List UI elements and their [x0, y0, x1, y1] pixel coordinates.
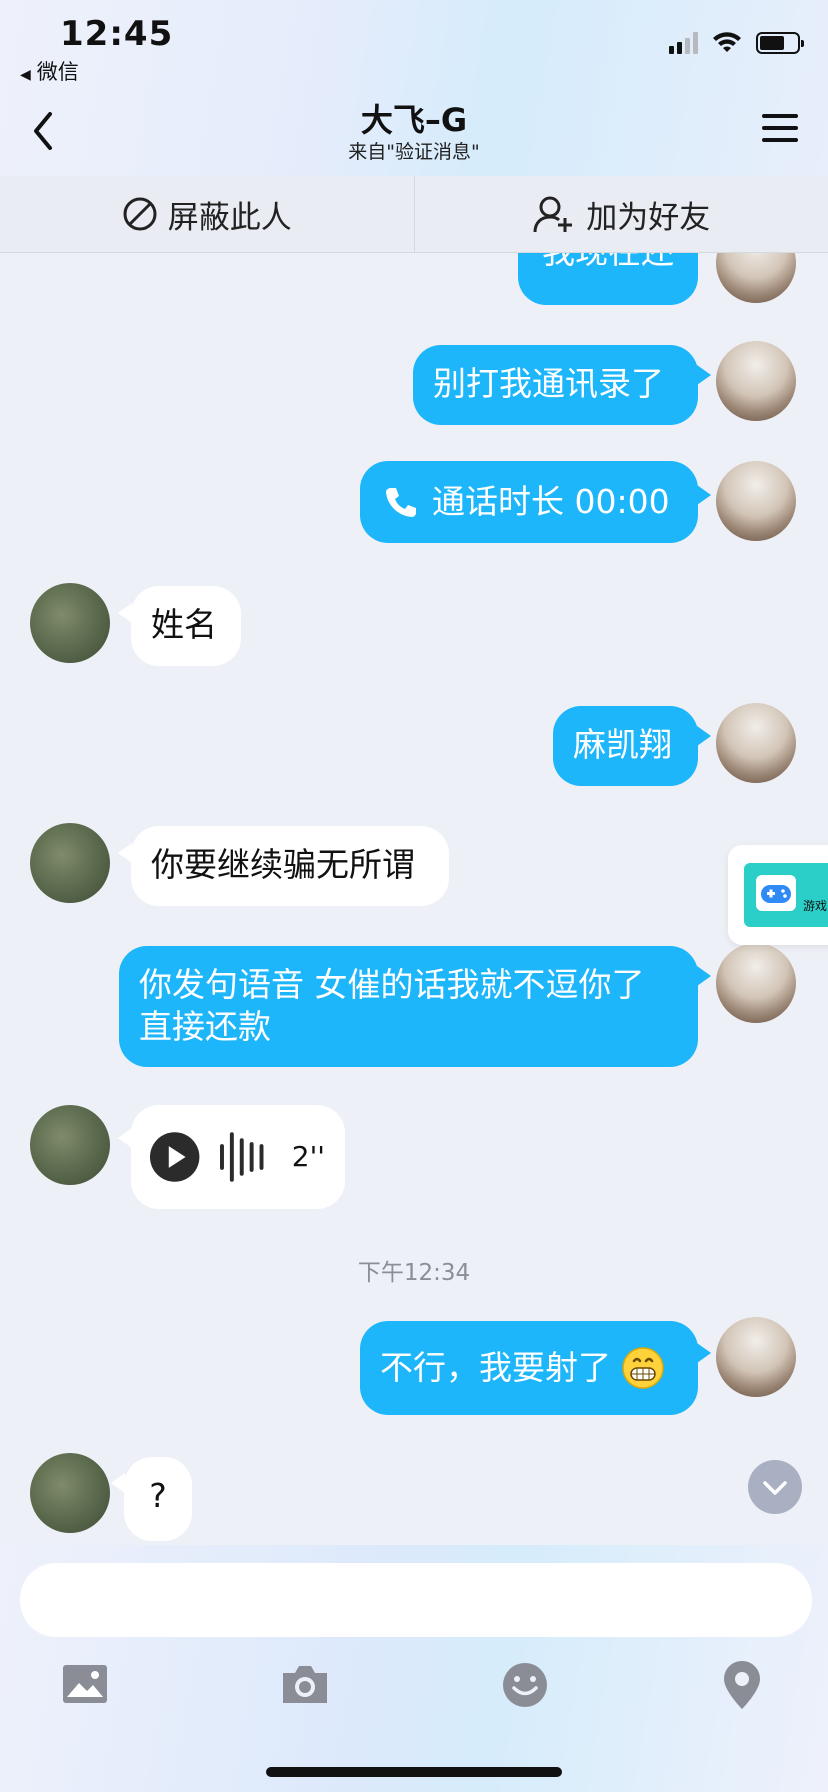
message-bubble-out[interactable]: 你发句语音 女催的话我就不逗你了 直接还款	[119, 946, 698, 1067]
block-user-button[interactable]: 屏蔽此人	[0, 176, 415, 252]
chat-title: 大飞–G	[360, 101, 468, 139]
floating-game-widget[interactable]: 游戏	[728, 845, 828, 945]
message-bubble-in[interactable]: 姓名	[131, 586, 241, 666]
my-avatar[interactable]	[716, 943, 796, 1023]
phone-icon	[386, 488, 416, 517]
menu-icon[interactable]	[762, 114, 798, 146]
message-bubble-in[interactable]: 你要继续骗无所谓	[131, 826, 449, 906]
add-friend-icon	[533, 196, 573, 233]
call-record-bubble[interactable]: 通话时长 00:00	[360, 461, 698, 543]
chat-subtitle: 来自"验证消息"	[348, 141, 480, 163]
home-indicator	[266, 1767, 562, 1777]
message-bubble-out[interactable]: 别打我通讯录了	[413, 345, 698, 425]
contact-avatar[interactable]	[30, 1105, 110, 1185]
add-friend-button[interactable]: 加为好友	[415, 176, 828, 252]
block-user-label: 屏蔽此人	[167, 199, 292, 236]
wifi-icon	[713, 32, 741, 52]
chat-message-list[interactable]: 我现在还 别打我通讯录了 通话时长 00:00 姓名 麻凯翔 你要继续骗无所谓 …	[0, 253, 828, 1545]
message-timestamp: 下午12:34	[357, 1260, 471, 1286]
block-icon	[123, 197, 157, 231]
message-input[interactable]	[20, 1563, 812, 1637]
back-app-label: 微信	[36, 60, 79, 84]
my-avatar[interactable]	[716, 341, 796, 421]
input-area	[0, 1545, 828, 1792]
stranger-action-bar: 屏蔽此人 加为好友	[0, 176, 828, 253]
emoji-icon[interactable]	[495, 1655, 555, 1715]
contact-avatar[interactable]	[30, 1453, 110, 1533]
back-to-app-link[interactable]: ◀ 微信	[20, 56, 79, 86]
header: 12:45 ◀ 微信 大飞–G 来自"验证消息"	[0, 0, 828, 176]
grin-emoji-icon	[622, 1347, 664, 1389]
voice-waveform-icon	[220, 1132, 264, 1182]
message-text: 我现在还	[542, 253, 674, 271]
message-bubble-out[interactable]: 不行，我要射了	[360, 1321, 698, 1415]
message-text: 不行，我要射了	[380, 1348, 611, 1387]
message-bubble-out[interactable]: 麻凯翔	[553, 706, 698, 786]
message-text: 你要继续骗无所谓	[151, 845, 415, 884]
my-avatar[interactable]	[716, 253, 796, 303]
add-friend-label: 加为好友	[586, 199, 711, 236]
location-icon[interactable]	[712, 1655, 772, 1715]
scroll-to-bottom-button[interactable]	[748, 1460, 802, 1514]
input-toolbar	[0, 1655, 828, 1725]
message-text: 姓名	[151, 605, 217, 644]
image-icon[interactable]	[55, 1655, 115, 1715]
status-time: 12:45	[60, 14, 174, 54]
message-bubble-out[interactable]: 我现在还	[518, 253, 698, 305]
battery-icon	[756, 32, 804, 54]
my-avatar[interactable]	[716, 703, 796, 783]
back-triangle-icon: ◀	[20, 67, 31, 83]
message-text-line1: 你发句语音 女催的话我就不逗你了	[139, 965, 645, 1004]
my-avatar[interactable]	[716, 461, 796, 541]
gamepad-icon	[756, 875, 796, 911]
contact-avatar[interactable]	[30, 823, 110, 903]
voice-message-bubble[interactable]: 2''	[131, 1105, 345, 1209]
message-bubble-in[interactable]: ?	[124, 1457, 192, 1541]
camera-icon[interactable]	[275, 1655, 335, 1715]
message-text-line2: 直接还款	[139, 1007, 271, 1046]
voice-duration: 2''	[291, 1140, 325, 1173]
game-label: 游戏	[803, 899, 828, 913]
contact-avatar[interactable]	[30, 583, 110, 663]
status-icons	[669, 32, 804, 54]
play-icon[interactable]	[149, 1131, 200, 1183]
chat-title-block: 大飞–G 来自"验证消息"	[0, 100, 828, 164]
my-avatar[interactable]	[716, 1317, 796, 1397]
chevron-down-icon	[763, 1481, 787, 1495]
message-text: 麻凯翔	[573, 725, 672, 764]
message-text: 别打我通讯录了	[433, 364, 664, 403]
call-duration-text: 通话时长 00:00	[432, 482, 670, 521]
message-text: ?	[149, 1476, 167, 1515]
cellular-signal-icon	[669, 32, 698, 54]
